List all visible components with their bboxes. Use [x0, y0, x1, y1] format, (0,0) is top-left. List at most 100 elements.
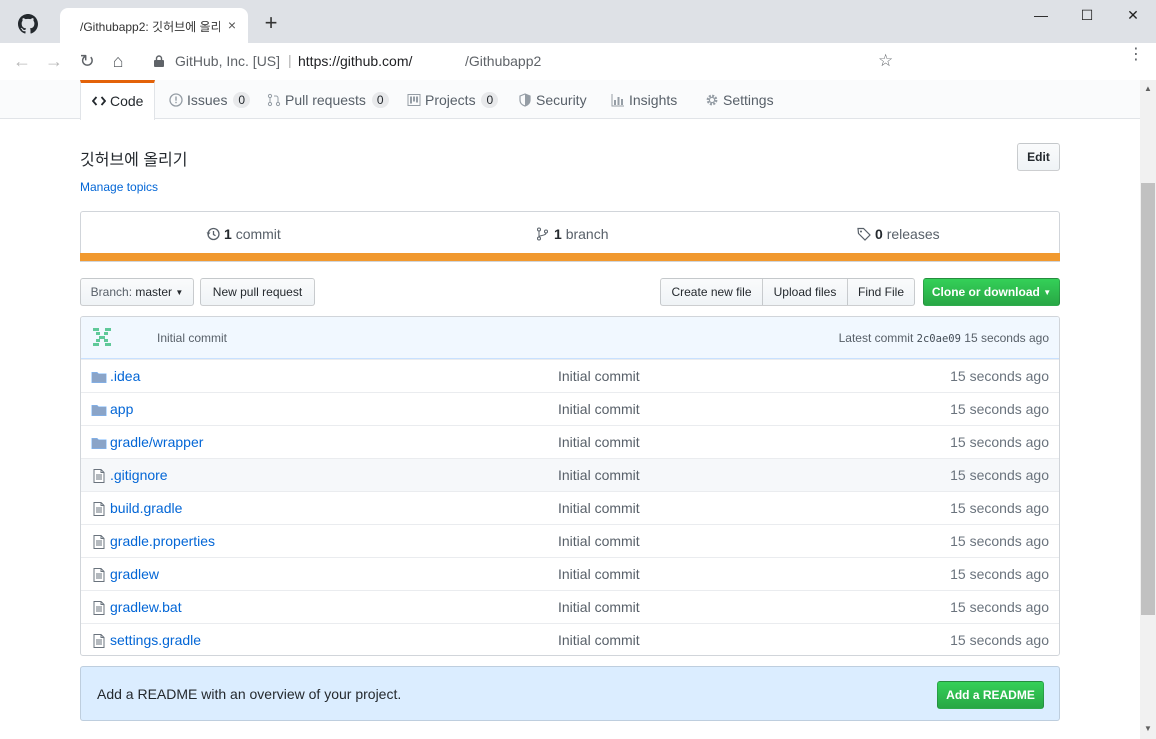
file-commit-message[interactable]: Initial commit [558, 533, 640, 549]
create-new-file-button[interactable]: Create new file [660, 278, 763, 306]
table-row[interactable]: settings.gradle Initial commit 15 seconds … [81, 623, 1059, 655]
table-row[interactable]: .gitignore Initial commit 15 seconds ago [81, 458, 1059, 491]
table-row[interactable]: build.gradle Initial commit 15 seconds ago [81, 491, 1059, 524]
scroll-up-icon[interactable]: ▲ [1143, 84, 1153, 94]
commit-sha[interactable]: 2c0ae09 [917, 333, 961, 345]
browser-chrome: /Githubapp2: 깃허브에 올리기 × + — ☐ ✕ ← → ↻ ⌂ … [0, 0, 1156, 80]
find-file-button[interactable]: Find File [847, 278, 915, 306]
upload-files-button[interactable]: Upload files [762, 278, 848, 306]
file-name-link[interactable]: app [110, 401, 133, 417]
pull-request-icon [267, 93, 281, 107]
url-host: https://github.com/ [298, 53, 413, 69]
new-tab-button[interactable]: + [260, 12, 282, 35]
clone-or-download-button[interactable]: Clone or download ▼ [923, 278, 1060, 306]
branch-icon [537, 227, 548, 241]
file-commit-message[interactable]: Initial commit [558, 401, 640, 417]
releases-summary[interactable]: 0 releases [857, 226, 940, 242]
tab-issues-label: Issues [187, 92, 228, 108]
reload-button[interactable]: ↻ [75, 50, 99, 74]
browser-menu-icon[interactable]: ⋮ [1128, 47, 1144, 63]
table-row[interactable]: .idea Initial commit 15 seconds ago [81, 359, 1059, 392]
table-row[interactable]: gradle.properties Initial commit 15 second… [81, 524, 1059, 557]
releases-count: 0 [875, 226, 883, 242]
home-button[interactable]: ⌂ [106, 50, 130, 74]
issues-counter: 0 [233, 92, 251, 108]
table-row[interactable]: gradlew.bat Initial commit 15 seconds ago [81, 590, 1059, 623]
file-age: 15 seconds ago [950, 533, 1049, 549]
file-name-link[interactable]: .idea [110, 368, 140, 384]
table-row[interactable]: gradlew Initial commit 15 seconds ago [81, 557, 1059, 590]
file-icon [93, 535, 105, 549]
tab-insights[interactable]: Insights [611, 80, 677, 119]
branches-summary[interactable]: 1 branch [536, 226, 609, 242]
table-row[interactable]: app Initial commit 15 seconds ago [81, 392, 1059, 425]
scrollbar-thumb[interactable] [1141, 183, 1155, 615]
file-name-link[interactable]: gradlew.bat [110, 599, 182, 615]
file-icon [93, 634, 105, 648]
edit-description-button[interactable]: Edit [1017, 143, 1060, 171]
file-commit-message[interactable]: Initial commit [558, 467, 640, 483]
back-button[interactable]: ← [10, 50, 34, 74]
file-commit-message[interactable]: Initial commit [558, 368, 640, 384]
file-age: 15 seconds ago [950, 599, 1049, 615]
file-name-link[interactable]: gradlew [110, 566, 159, 582]
file-name-link[interactable]: build.gradle [110, 500, 182, 516]
scroll-down-icon[interactable]: ▼ [1143, 724, 1153, 734]
file-commit-message[interactable]: Initial commit [558, 500, 640, 516]
file-commit-message[interactable]: Initial commit [558, 599, 640, 615]
site-identity: GitHub, Inc. [US] [175, 53, 281, 69]
forward-button[interactable]: → [42, 50, 66, 74]
file-age: 15 seconds ago [950, 632, 1049, 648]
file-name-link[interactable]: gradle/wrapper [110, 434, 203, 450]
pull-requests-counter: 0 [371, 92, 389, 108]
file-icon [93, 502, 105, 516]
repo-nav: Code Issues 0 Pull requests 0 Projects 0… [0, 80, 1140, 120]
add-readme-button[interactable]: Add a README [937, 681, 1044, 709]
tab-security[interactable]: Security [518, 80, 587, 119]
table-row[interactable]: gradle/wrapper Initial commit 15 seconds a… [81, 425, 1059, 458]
file-name-link[interactable]: gradle.properties [110, 533, 215, 549]
file-name-link[interactable]: settings.gradle [110, 632, 201, 648]
file-commit-message[interactable]: Initial commit [558, 632, 640, 648]
tab-projects[interactable]: Projects 0 [407, 80, 499, 119]
manage-topics-link[interactable]: Manage topics [80, 180, 158, 194]
tab-pull-requests[interactable]: Pull requests 0 [267, 80, 389, 119]
tag-icon [857, 227, 871, 241]
file-commit-message[interactable]: Initial commit [558, 566, 640, 582]
tab-settings-label: Settings [723, 92, 774, 108]
window-close-button[interactable]: ✕ [1110, 0, 1156, 30]
file-commit-message[interactable]: Initial commit [558, 434, 640, 450]
tab-settings[interactable]: Settings [705, 80, 774, 119]
language-bar[interactable] [80, 253, 1060, 261]
file-list: Initial commit Latest commit 2c0ae09 15 … [80, 316, 1060, 656]
window-minimize-button[interactable]: — [1018, 0, 1064, 30]
latest-commit-age: 15 seconds ago [964, 331, 1049, 345]
tab-issues[interactable]: Issues 0 [169, 80, 251, 119]
repo-description: 깃허브에 올리기 [80, 152, 188, 169]
commits-summary[interactable]: 1 commit [206, 226, 281, 242]
tab-code[interactable]: Code [80, 80, 156, 120]
close-tab-icon[interactable]: × [224, 17, 240, 33]
lock-icon [154, 55, 164, 67]
latest-commit-message[interactable]: Initial commit [157, 331, 227, 345]
page-scrollbar[interactable]: ▲ ▼ [1140, 80, 1156, 739]
browser-tab-active[interactable]: /Githubapp2: 깃허브에 올리기 × [60, 8, 248, 43]
url-path: /Githubapp2 [465, 53, 542, 69]
address-bar[interactable]: GitHub, Inc. [US] | https://github.com/ … [140, 47, 910, 76]
releases-label: releases [886, 226, 940, 242]
new-pull-request-button[interactable]: New pull request [200, 278, 315, 306]
folder-icon [91, 405, 107, 416]
graph-icon [611, 94, 624, 107]
commits-label: commit [235, 226, 281, 242]
file-age: 15 seconds ago [950, 467, 1049, 483]
file-name-link[interactable]: .gitignore [110, 467, 168, 483]
file-age: 15 seconds ago [950, 401, 1049, 417]
branch-select-button[interactable]: Branch: master ▼ [80, 278, 194, 306]
bookmark-star-icon[interactable]: ☆ [878, 51, 893, 71]
github-logo-icon [18, 14, 38, 34]
file-age: 15 seconds ago [950, 434, 1049, 450]
window-maximize-button[interactable]: ☐ [1064, 0, 1110, 30]
avatar[interactable] [92, 327, 112, 347]
file-age: 15 seconds ago [950, 500, 1049, 516]
latest-commit-label: Latest commit [838, 331, 914, 345]
